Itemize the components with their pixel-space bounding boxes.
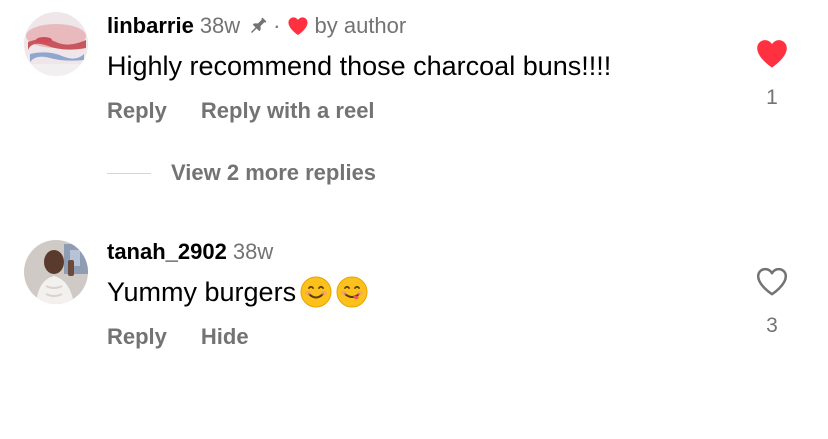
comment-text: Highly recommend those charcoal buns!!!! (107, 48, 611, 84)
avatar[interactable] (24, 240, 88, 304)
comment-meta: linbarrie 38w · by author (107, 11, 406, 41)
comment-text: Yummy burgers (107, 273, 368, 311)
view-more-replies[interactable]: View 2 more replies (107, 158, 376, 188)
heart-filled-icon[interactable] (755, 38, 789, 74)
comment-meta: tanah_2902 38w (107, 237, 273, 267)
avatar-image (24, 12, 88, 76)
timestamp: 38w (199, 13, 241, 38)
author-heart-icon (287, 16, 309, 36)
comment-actions: Reply Hide (107, 322, 283, 352)
comment-item: tanah_2902 38w Yummy burgers Reply Hide … (0, 230, 828, 370)
comment-actions: Reply Reply with a reel (107, 96, 409, 126)
like-count: 1 (766, 86, 778, 109)
like-column: 3 (746, 266, 798, 338)
by-author-label: by author (314, 13, 407, 38)
pin-icon (247, 15, 269, 37)
heart-outline-icon[interactable] (755, 266, 789, 302)
like-column: 1 (746, 38, 798, 110)
username[interactable]: linbarrie (107, 13, 194, 39)
like-count: 3 (766, 314, 778, 337)
replies-divider (107, 172, 151, 174)
view-more-replies-label[interactable]: View 2 more replies (171, 160, 376, 186)
reply-with-reel-button[interactable]: Reply with a reel (201, 98, 375, 124)
face-savoring-food-icon (336, 276, 368, 308)
comment-item: linbarrie 38w · by author Highly recomme… (0, 0, 828, 140)
reply-button[interactable]: Reply (107, 324, 167, 350)
avatar-image (24, 240, 88, 304)
avatar[interactable] (24, 12, 88, 76)
comment-text-content: Highly recommend those charcoal buns!!!! (107, 50, 612, 81)
username[interactable]: tanah_2902 (107, 239, 227, 265)
hide-button[interactable]: Hide (201, 324, 249, 350)
smiling-face-icon (300, 276, 332, 308)
timestamp: 38w (232, 239, 274, 264)
separator-dot: · (273, 13, 281, 38)
reply-button[interactable]: Reply (107, 98, 167, 124)
comment-text-content: Yummy burgers (107, 276, 297, 307)
